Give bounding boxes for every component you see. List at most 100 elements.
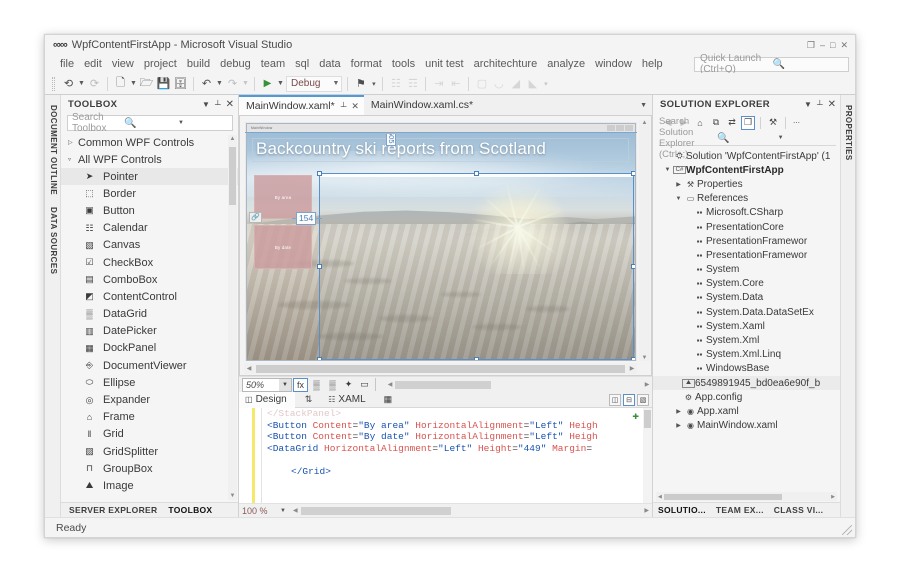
tree-item-reference[interactable]: ▪▪ System.Xml.Linq [653,348,840,362]
tree-item-reference[interactable]: ▪▪ System.Xml [653,333,840,347]
tree-item-reference[interactable]: ▪▪ System [653,263,840,277]
save-all-icon[interactable]: 🗄 [172,75,189,92]
solution-tree[interactable]: ⛭ Solution 'WpfContentFirstApp' (1 ▼ C# … [653,148,840,502]
designed-window[interactable]: MainWindow Backcountry ski reports from … [246,123,636,361]
xaml-code-editor[interactable]: </StackPanel> <Button Content="By area" … [239,408,652,503]
selected-datagrid[interactable] [317,171,635,360]
toolbox-item-pointer[interactable]: ➤ Pointer [61,168,238,186]
scrollbar-thumb[interactable] [256,364,625,373]
designer-horizontal-scrollbar[interactable]: ◀ ▶ [244,363,637,374]
scrollbar-thumb[interactable] [644,410,651,428]
properties-wrench-icon[interactable]: ⚒ [766,116,780,130]
chevron-down-icon[interactable]: ▼ [129,80,138,87]
menu-unit-test[interactable]: unit test [420,57,469,72]
tree-item-properties[interactable]: ▶ ⚒ Properties [653,177,840,191]
new-project-icon[interactable]: 🗋 [112,75,129,92]
toolbox-group-all-wpf-controls[interactable]: ▿ All WPF Controls [61,151,238,168]
save-icon[interactable]: 💾 [155,75,172,92]
resize-grip[interactable] [842,525,852,535]
close-button[interactable]: ✕ [840,40,848,50]
toolbox-item-groupbox[interactable]: ⊓ GroupBox [61,460,238,477]
tab-design-view[interactable]: ◫ Design [239,391,295,408]
tree-item-app-xaml[interactable]: ▶ ◉ App.xaml [653,404,840,418]
tab-solution-explorer[interactable]: SOLUTIO... [658,505,706,515]
toolbox-item-dockpanel[interactable]: ▦ DockPanel [61,340,238,357]
toolbox-search-input[interactable]: Search Toolbox 🔍 ▼ [67,112,233,134]
tree-expander[interactable]: ▼ [673,196,684,202]
restore-down-button[interactable]: ❐ [807,40,815,50]
attach-to-process-icon[interactable]: ⚑ [352,75,369,92]
chevron-down-icon[interactable]: ▼ [276,508,290,514]
scroll-left-icon[interactable]: ◀ [656,494,664,500]
menu-debug[interactable]: debug [215,57,256,72]
previous-bookmark-icon[interactable]: ◢ [507,75,524,92]
swap-panes-icon[interactable]: ⇅ [295,394,323,405]
show-all-files-icon[interactable]: ❐ [741,115,755,130]
resize-handle-n[interactable] [474,171,479,176]
resize-handle-sw[interactable] [317,357,322,360]
next-bookmark-icon[interactable]: ◡ [490,75,507,92]
chevron-down-icon[interactable]: ▼ [804,100,812,109]
tab-overflow-icon[interactable]: ▼ [640,95,652,115]
chevron-down-icon[interactable]: ▼ [215,80,224,87]
close-icon[interactable]: ✕ [828,99,836,110]
toolbox-item-checkbox[interactable]: ☑ CheckBox [61,254,238,271]
toolbox-item-calendar[interactable]: ☷ Calendar [61,220,238,237]
redo-icon[interactable]: ↷ [224,75,241,92]
tab-server-explorer[interactable]: SERVER EXPLORER [69,505,157,515]
toolbox-item-datagrid[interactable]: ▒ DataGrid [61,306,238,323]
toolbar-overflow-icon[interactable]: ▾ [369,80,378,88]
toolbox-item-button[interactable]: ▣ Button [61,202,238,219]
tree-expander[interactable]: ▼ [662,167,673,173]
sidebar-item-data-sources[interactable]: DATA SOURCES [45,201,60,280]
expand-collapse-plus-icon[interactable]: ✚ [632,409,639,423]
toolbox-item-canvas[interactable]: ▧ Canvas [61,237,238,254]
scroll-left-icon[interactable]: ◀ [244,365,254,372]
scroll-left-icon[interactable]: ◀ [385,381,395,388]
navigate-backward-icon[interactable]: ⟲ [60,75,77,92]
menu-sql[interactable]: sql [290,57,314,72]
zoom-level-select[interactable]: 50% ▼ [242,377,292,392]
designer-vertical-scrollbar[interactable]: ▲ ▼ [639,120,650,361]
undo-icon[interactable]: ↶ [198,75,215,92]
tab-mainwindow-xaml-cs[interactable]: MainWindow.xaml.cs* [363,95,479,115]
chevron-down-icon[interactable]: ▼ [279,378,291,391]
tree-expander[interactable]: ▶ [673,181,684,188]
chevron-down-icon[interactable]: ▼ [276,80,285,87]
menu-file[interactable]: file [55,57,79,72]
toolbox-item-border[interactable]: ⬚ Border [61,185,238,202]
expand-pane-icon[interactable]: ▦ [374,394,403,405]
tab-class-view[interactable]: CLASS VI... [774,505,824,515]
editor-horizontal-scrollbar[interactable] [300,506,642,516]
toolbox-list[interactable]: ▷ Common WPF Controls ▿ All WPF Controls… [61,133,238,502]
toolbox-item-datepicker[interactable]: ▥ DatePicker [61,323,238,340]
sidebar-item-properties[interactable]: PROPERTIES [841,99,855,167]
start-debugging-icon[interactable]: ▶ [259,75,276,92]
toolbox-group-common-wpf-controls[interactable]: ▷ Common WPF Controls [61,134,238,151]
tree-item-reference[interactable]: ▪▪ System.Data [653,291,840,305]
scrollbar-thumb[interactable] [229,147,236,205]
menu-tools[interactable]: tools [387,57,420,72]
close-icon[interactable]: ✕ [226,99,234,110]
scroll-up-icon[interactable]: ▲ [228,135,237,143]
tree-item-reference[interactable]: ▪▪ System.Data.DataSetEx [653,305,840,319]
tab-mainwindow-xaml[interactable]: MainWindow.xaml* ┴ ✕ [239,95,364,115]
tree-item-reference[interactable]: ▪▪ WindowsBase [653,362,840,376]
toolbar-overflow-icon[interactable]: ▾ [541,80,550,88]
designer-split-scrollbar[interactable]: ◀ ▶ [385,379,652,390]
tree-item-reference[interactable]: ▪▪ System.Xaml [653,319,840,333]
resize-handle-ne[interactable] [631,171,635,176]
horizontal-split-button[interactable]: ⊟ [623,393,635,406]
clear-bookmarks-icon[interactable]: ◣ [524,75,541,92]
chevron-down-icon[interactable]: ▼ [77,80,86,87]
pin-icon[interactable]: ┴ [817,100,823,109]
tab-toolbox[interactable]: TOOLBOX [168,505,212,515]
scrollbar-thumb[interactable] [300,506,451,515]
designed-window-content[interactable]: Backcountry ski reports from Scotland By… [247,133,635,360]
menu-view[interactable]: view [107,57,139,72]
toolbox-item-frame[interactable]: ⌂ Frame [61,409,238,426]
toolbox-item-image[interactable]: ⛰ Image [61,477,238,494]
tree-item-image-file[interactable]: ⛰ 6549891945_bd0ea6e90f_b [653,376,840,391]
scrollbar-thumb[interactable] [663,493,782,500]
snap-to-gridlines-button[interactable]: ▒ [309,378,324,392]
